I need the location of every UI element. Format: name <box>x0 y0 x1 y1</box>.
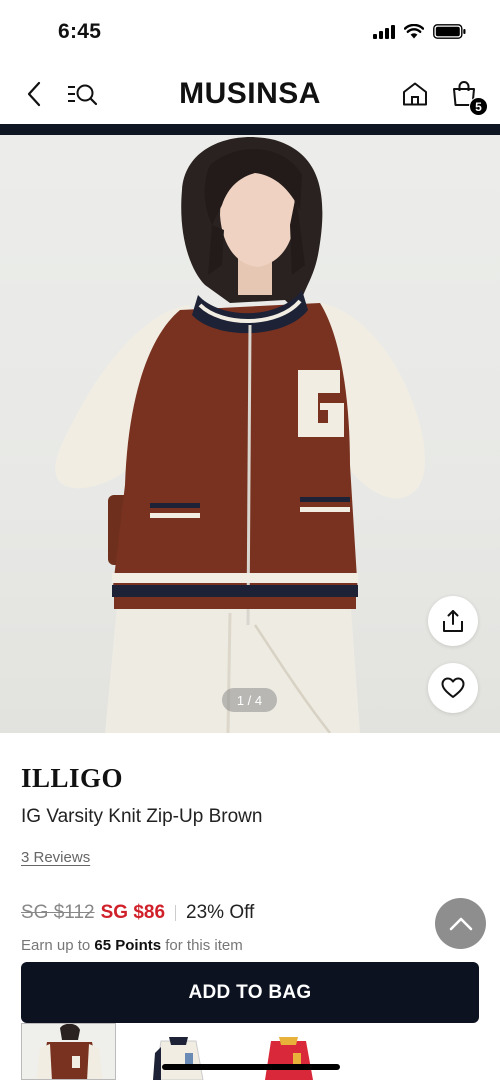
heart-icon <box>441 677 465 698</box>
points-value: 65 Points <box>94 937 162 954</box>
wishlist-button[interactable] <box>428 663 478 713</box>
scroll-to-top-button[interactable] <box>435 898 486 949</box>
product-title: IG Varsity Knit Zip-Up Brown <box>21 806 263 827</box>
chevron-up-icon <box>449 917 472 930</box>
wifi-icon <box>404 24 424 39</box>
variant-thumbnail-cream[interactable] <box>131 1023 226 1080</box>
variant-thumbnail-brown-image <box>22 1024 115 1079</box>
home-icon <box>403 82 427 106</box>
variant-thumbnail-cream-image <box>131 1023 226 1080</box>
product-image-gallery[interactable]: 1 / 4 <box>0 135 500 733</box>
share-button[interactable] <box>428 596 478 646</box>
status-time: 6:45 <box>58 20 102 43</box>
reviews-link[interactable]: 3 Reviews <box>21 849 90 866</box>
variant-thumbnail-brown[interactable] <box>21 1023 116 1080</box>
battery-icon <box>433 24 466 39</box>
cellular-signal-icon <box>373 24 395 39</box>
bag-count-badge: 5 <box>469 97 488 116</box>
home-indicator <box>162 1064 340 1070</box>
status-icons <box>373 24 466 39</box>
share-icon <box>443 610 463 632</box>
original-price: SG $112 <box>21 902 95 923</box>
bag-button[interactable]: 5 <box>446 76 488 116</box>
status-bar: 6:45 <box>0 0 500 64</box>
variant-thumbnail-red[interactable] <box>241 1023 336 1080</box>
home-button[interactable] <box>397 76 433 112</box>
points-suffix: for this item <box>161 937 243 954</box>
add-to-bag-button[interactable]: ADD TO BAG <box>21 962 479 1023</box>
price-row: SG $112 SG $86 23% Off <box>21 902 254 924</box>
product-brand[interactable]: ILLIGO <box>21 763 123 794</box>
price-divider <box>175 905 177 921</box>
top-nav-bar: MUSINSA 5 <box>0 64 500 124</box>
discount-label: 23% Off <box>186 902 255 923</box>
header-divider <box>0 124 500 135</box>
image-counter: 1 / 4 <box>222 688 277 712</box>
product-photo <box>55 137 425 733</box>
points-prefix: Earn up to <box>21 937 95 954</box>
points-info: Earn up to 65 Points for this item <box>21 937 243 954</box>
variant-thumbnail-red-image <box>241 1023 336 1080</box>
color-variant-thumbnails <box>21 1023 481 1080</box>
sale-price: SG $86 <box>100 902 166 923</box>
